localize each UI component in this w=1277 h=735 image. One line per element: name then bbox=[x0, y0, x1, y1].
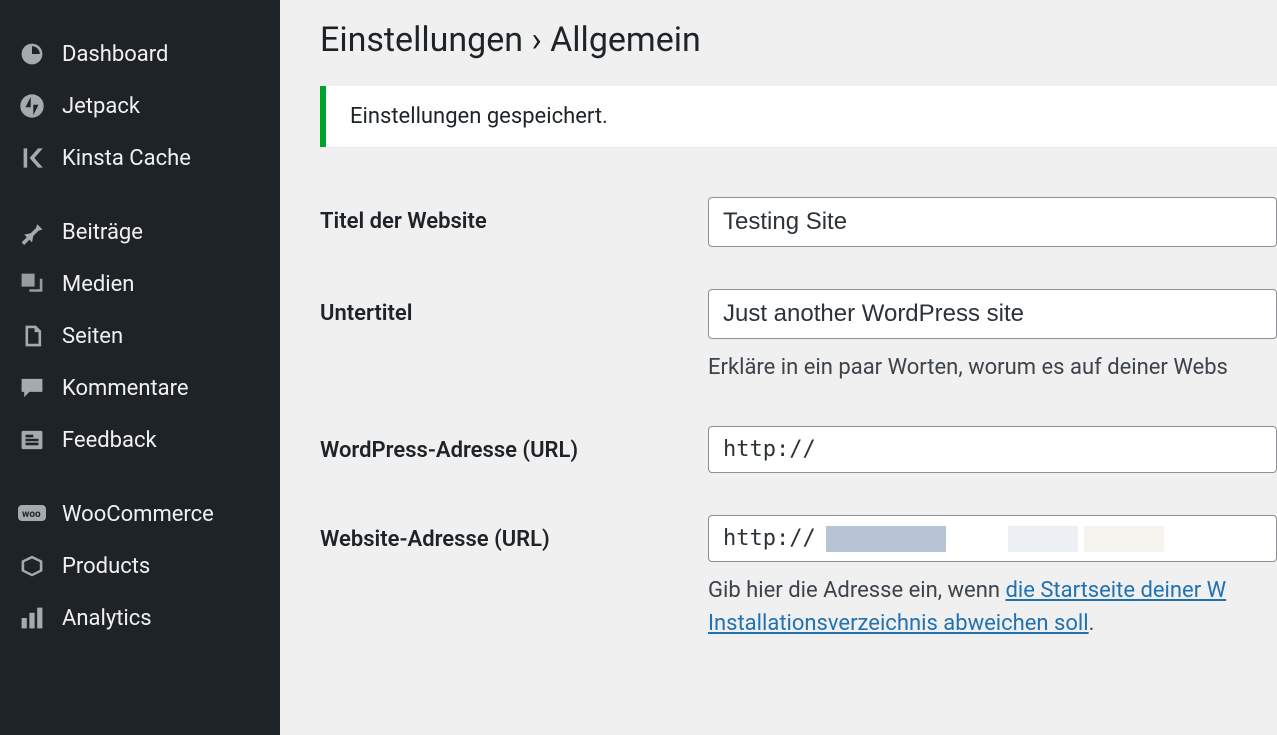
sidebar-item-label: Beiträge bbox=[62, 220, 143, 245]
sidebar-item-kinsta-cache[interactable]: Kinsta Cache bbox=[0, 132, 280, 184]
kinsta-icon bbox=[18, 144, 46, 172]
svg-text:woo: woo bbox=[22, 509, 41, 520]
notice-text: Einstellungen gespeichert. bbox=[350, 104, 608, 129]
tagline-input[interactable] bbox=[708, 289, 1277, 339]
site-title-label: Titel der Website bbox=[320, 197, 708, 234]
admin-sidebar: Dashboard Jetpack Kinsta Cache Beiträge … bbox=[0, 0, 280, 735]
form-row-site-title: Titel der Website bbox=[320, 197, 1277, 247]
sidebar-item-woocommerce[interactable]: woo WooCommerce bbox=[0, 488, 280, 540]
form-row-tagline: Untertitel Erkläre in ein paar Worten, w… bbox=[320, 289, 1277, 384]
sidebar-item-comments[interactable]: Kommentare bbox=[0, 362, 280, 414]
sidebar-item-label: Kommentare bbox=[62, 376, 189, 401]
pin-icon bbox=[18, 218, 46, 246]
dashboard-icon bbox=[18, 40, 46, 68]
main-content: Einstellungen › Allgemein Einstellungen … bbox=[280, 0, 1277, 735]
sidebar-item-dashboard[interactable]: Dashboard bbox=[0, 28, 280, 80]
settings-saved-notice: Einstellungen gespeichert. bbox=[320, 86, 1277, 147]
wp-url-label: WordPress-Adresse (URL) bbox=[320, 426, 708, 463]
sidebar-item-feedback[interactable]: Feedback bbox=[0, 414, 280, 466]
sidebar-item-jetpack[interactable]: Jetpack bbox=[0, 80, 280, 132]
sidebar-separator bbox=[0, 466, 280, 488]
site-url-help-link-1[interactable]: die Startseite deiner W bbox=[1005, 578, 1226, 603]
site-url-input[interactable] bbox=[708, 515, 1277, 562]
sidebar-item-label: WooCommerce bbox=[62, 502, 214, 527]
wp-url-input[interactable] bbox=[708, 426, 1277, 473]
sidebar-item-label: Feedback bbox=[62, 428, 157, 453]
sidebar-item-label: Dashboard bbox=[62, 42, 168, 67]
sidebar-item-posts[interactable]: Beiträge bbox=[0, 206, 280, 258]
jetpack-icon bbox=[18, 92, 46, 120]
sidebar-item-media[interactable]: Medien bbox=[0, 258, 280, 310]
tagline-label: Untertitel bbox=[320, 289, 708, 326]
woo-icon: woo bbox=[18, 500, 46, 528]
analytics-icon bbox=[18, 604, 46, 632]
sidebar-item-label: Analytics bbox=[62, 606, 152, 631]
products-icon bbox=[18, 552, 46, 580]
sidebar-item-analytics[interactable]: Analytics bbox=[0, 592, 280, 644]
feedback-icon bbox=[18, 426, 46, 454]
site-url-help-link-2[interactable]: Installationsverzeichnis abweichen soll bbox=[708, 611, 1089, 636]
tagline-help: Erkläre in ein paar Worten, worum es auf… bbox=[708, 351, 1277, 384]
sidebar-item-label: Products bbox=[62, 554, 150, 579]
site-url-label: Website-Adresse (URL) bbox=[320, 515, 708, 552]
site-title-input[interactable] bbox=[708, 197, 1277, 247]
pages-icon bbox=[18, 322, 46, 350]
sidebar-item-products[interactable]: Products bbox=[0, 540, 280, 592]
sidebar-item-label: Jetpack bbox=[62, 94, 140, 119]
page-title: Einstellungen › Allgemein bbox=[320, 20, 1277, 60]
sidebar-item-label: Seiten bbox=[62, 324, 123, 349]
sidebar-separator bbox=[0, 184, 280, 206]
form-row-wp-url: WordPress-Adresse (URL) bbox=[320, 426, 1277, 473]
sidebar-item-pages[interactable]: Seiten bbox=[0, 310, 280, 362]
media-icon bbox=[18, 270, 46, 298]
site-url-help: Gib hier die Adresse ein, wenn die Start… bbox=[708, 574, 1277, 640]
sidebar-item-label: Medien bbox=[62, 272, 134, 297]
form-row-site-url: Website-Adresse (URL) Gib hier die Adres… bbox=[320, 515, 1277, 640]
settings-form: Titel der Website Untertitel Erkläre in … bbox=[320, 197, 1277, 640]
sidebar-item-label: Kinsta Cache bbox=[62, 146, 191, 171]
comments-icon bbox=[18, 374, 46, 402]
